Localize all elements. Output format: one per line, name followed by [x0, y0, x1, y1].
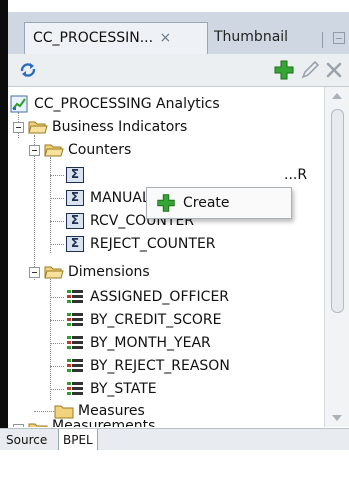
dimension-icon — [67, 336, 83, 349]
tab-thumbnail[interactable]: Thumbnail — [206, 22, 316, 54]
tree-item-label: Measurements — [52, 419, 156, 427]
dimension-icon — [67, 359, 83, 372]
context-menu: Create — [146, 187, 292, 219]
folder-open-icon — [28, 121, 48, 134]
collapse-icon[interactable] — [13, 424, 24, 427]
folder-open-icon — [44, 144, 64, 157]
tree-item-label: ...R — [284, 167, 308, 183]
sigma-icon: Σ — [66, 167, 84, 183]
sigma-icon: Σ — [66, 236, 84, 252]
tree-item-label: CC_PROCESSING Analytics — [34, 96, 220, 112]
tree-item-dimensions[interactable]: Dimensions — [8, 261, 308, 283]
tree-item-label: BY_MONTH_YEAR — [90, 335, 211, 351]
folder-icon — [28, 423, 48, 427]
tree-item-label: Counters — [68, 142, 132, 158]
tree-item-label: BY_CREDIT_SCORE — [90, 312, 222, 328]
tab-separator — [322, 32, 323, 48]
tree-toolbar — [8, 54, 349, 87]
tree-item-dimension[interactable]: ASSIGNED_OFFICER — [8, 286, 308, 308]
dimension-icon — [67, 313, 83, 326]
folder-icon — [54, 405, 74, 419]
window-edge — [0, 0, 8, 450]
tab-bpel[interactable]: BPEL — [58, 429, 98, 451]
collapse-icon[interactable] — [29, 267, 40, 278]
create-menu-item[interactable]: Create — [151, 191, 285, 215]
tab-label: Thumbnail — [214, 29, 289, 45]
scroll-down-icon[interactable] — [332, 415, 342, 421]
tab-bar: CC_PROCESSIN... × Thumbnail — [8, 12, 349, 55]
dimension-icon — [67, 290, 83, 303]
tree-item-label: Dimensions — [68, 264, 150, 280]
tree-item-cut-off[interactable]: Measurements — [8, 419, 308, 427]
edit-icon[interactable] — [298, 58, 322, 82]
folder-open-icon — [44, 266, 64, 279]
sigma-icon: Σ — [66, 213, 84, 229]
create-label: Create — [183, 195, 230, 211]
refresh-icon[interactable] — [16, 58, 40, 82]
add-icon[interactable] — [272, 58, 296, 82]
dimension-icon — [67, 382, 83, 395]
collapse-icon[interactable] — [13, 122, 24, 133]
tab-label: CC_PROCESSIN... — [33, 30, 154, 46]
tree-item-counter[interactable]: Σ ...R — [8, 164, 308, 186]
tree-item-counters[interactable]: Counters — [8, 139, 308, 161]
tree-item-dimension[interactable]: BY_REJECT_REASON — [8, 355, 308, 377]
project-tree: CC_PROCESSING Analytics Business Indicat… — [8, 87, 324, 427]
add-icon — [157, 194, 175, 212]
sigma-icon: Σ — [66, 190, 84, 206]
tree-item-label: Business Indicators — [52, 119, 188, 135]
tree-item-dimension[interactable]: BY_STATE — [8, 378, 308, 400]
tree-item-label: BY_STATE — [90, 381, 157, 397]
empty-area — [0, 450, 349, 481]
delete-icon[interactable] — [322, 58, 346, 82]
tree-item-business-indicators[interactable]: Business Indicators — [8, 116, 308, 138]
bottom-tab-bar: Source BPEL — [0, 428, 349, 451]
close-icon[interactable]: × — [160, 30, 172, 46]
minimize-icon[interactable] — [333, 32, 345, 44]
tree-item-label: REJECT_COUNTER — [90, 236, 216, 252]
tree-item-root[interactable]: CC_PROCESSING Analytics — [8, 93, 308, 115]
analytics-icon — [10, 95, 28, 113]
tab-cc-processing[interactable]: CC_PROCESSIN... × — [24, 22, 208, 54]
tree-item-dimension[interactable]: BY_CREDIT_SCORE — [8, 309, 308, 331]
tab-source[interactable]: Source — [2, 429, 51, 451]
vertical-scrollbar[interactable] — [324, 87, 349, 427]
collapse-icon[interactable] — [29, 145, 40, 156]
scroll-thumb[interactable] — [331, 109, 344, 313]
tree-item-counter[interactable]: Σ REJECT_COUNTER — [8, 233, 308, 255]
scroll-up-icon[interactable] — [332, 93, 342, 99]
tree-item-label: BY_REJECT_REASON — [90, 358, 230, 374]
structure-panel: CC_PROCESSIN... × Thumbnail CC_PROCESSIN… — [0, 0, 349, 481]
tree-item-label: ASSIGNED_OFFICER — [90, 289, 230, 305]
tree-item-dimension[interactable]: BY_MONTH_YEAR — [8, 332, 308, 354]
